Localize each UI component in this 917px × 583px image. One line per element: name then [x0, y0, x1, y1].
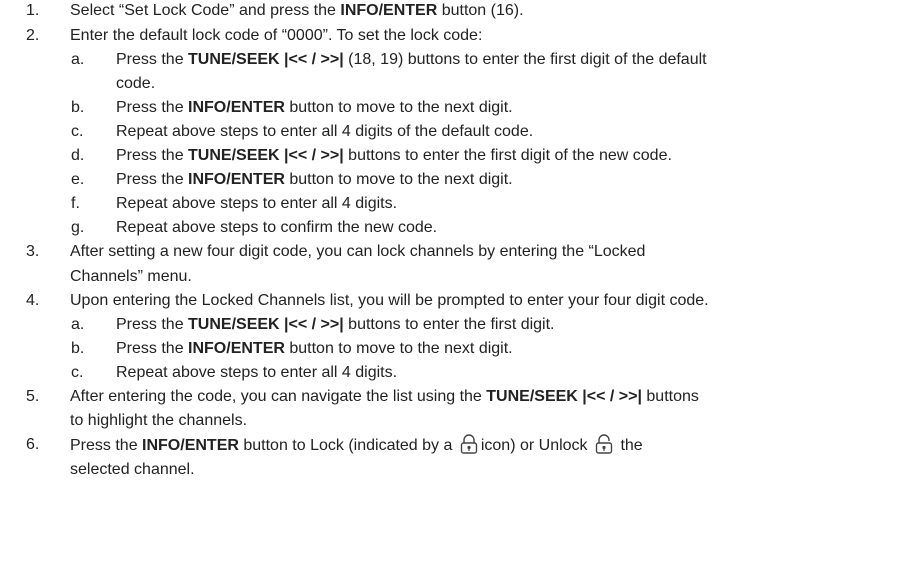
step-marker: 6.	[26, 436, 40, 453]
text-segment: buttons to enter the first digit.	[343, 316, 555, 333]
text-segment: Press the	[116, 147, 189, 164]
text-segment: button to move to the next digit.	[284, 340, 513, 357]
text-segment: buttons to enter the first digit of the …	[343, 147, 672, 164]
step-text: code.	[116, 72, 155, 96]
text-segment: Press the	[116, 171, 189, 188]
step-marker: a.	[71, 51, 85, 68]
step-marker: c.	[71, 364, 84, 381]
step-marker: 3.	[26, 243, 40, 260]
text-segment: button (16).	[437, 2, 524, 19]
substep-line: e. Press the INFO/ENTER button to move to…	[0, 168, 917, 192]
step-line: 2. Enter the default lock code of “0000”.…	[0, 24, 917, 48]
step-line: 3. After setting a new four digit code, y…	[0, 240, 917, 264]
step-text: Press the INFO/ENTER button to Lock (ind…	[70, 433, 643, 458]
text-segment: button to move to the next digit.	[284, 171, 513, 188]
step-text: Press the INFO/ENTER button to move to t…	[116, 337, 513, 361]
text-segment: After entering the code, you can navigat…	[70, 388, 487, 405]
button-name: INFO/ENTER	[188, 171, 285, 188]
text-segment: icon) or Unlock	[480, 437, 592, 454]
button-name: INFO/ENTER	[188, 340, 285, 357]
step-line: selected channel.	[0, 458, 917, 482]
step-text: Press the INFO/ENTER button to move to t…	[116, 168, 513, 192]
text-segment: Channels” menu.	[70, 268, 192, 285]
text-segment: button to Lock (indicated by a	[238, 437, 457, 454]
step-marker: e.	[71, 171, 85, 188]
text-segment: Press the	[70, 437, 143, 454]
step-line: 6. Press the INFO/ENTER button to Lock (i…	[0, 433, 917, 457]
text-segment: selected channel.	[70, 461, 195, 478]
text-segment: button to move to the next digit.	[284, 99, 513, 116]
text-segment: Enter the default lock code of “0000”. T…	[70, 27, 483, 44]
substep-line: b. Press the INFO/ENTER button to move to…	[0, 337, 917, 361]
button-name: INFO/ENTER	[188, 99, 285, 116]
step-text: Repeat above steps to enter all 4 digits…	[116, 361, 397, 385]
step-marker: b.	[71, 99, 85, 116]
step-text: After entering the code, you can navigat…	[70, 385, 699, 409]
step-marker: 1.	[26, 2, 40, 19]
step-text: Channels” menu.	[70, 265, 192, 289]
text-segment: Repeat above steps to enter all 4 digits…	[116, 123, 534, 140]
button-name: TUNE/SEEK |<< / >>|	[188, 147, 344, 164]
button-name: INFO/ENTER	[340, 2, 438, 19]
step-marker: 2.	[26, 27, 40, 44]
step-line: to highlight the channels.	[0, 409, 917, 433]
button-name: TUNE/SEEK |<< / >>|	[486, 388, 642, 405]
step-marker: 5.	[26, 388, 40, 405]
button-name: TUNE/SEEK |<< / >>|	[188, 316, 344, 333]
step-line: 1. Select “Set Lock Code” and press the I…	[0, 0, 917, 23]
step-text: selected channel.	[70, 458, 195, 482]
substep-line: f. Repeat above steps to enter all 4 digi…	[0, 192, 917, 216]
step-marker: g.	[71, 219, 85, 236]
step-text: Upon entering the Locked Channels list, …	[70, 289, 709, 313]
step-text: to highlight the channels.	[70, 409, 247, 433]
substep-line: c. Repeat above steps to enter all 4 digi…	[0, 120, 917, 144]
step-text: After setting a new four digit code, you…	[70, 240, 645, 264]
text-segment: After setting a new four digit code, you…	[70, 243, 646, 260]
substep-line: d. Press the TUNE/SEEK |<< / >>| buttons …	[0, 144, 917, 168]
text-segment: Repeat above steps to confirm the new co…	[116, 219, 438, 236]
text-segment: buttons	[641, 388, 699, 405]
step-marker: d.	[71, 147, 85, 164]
text-segment: to highlight the channels.	[70, 412, 248, 429]
substep-line: code.	[0, 72, 917, 96]
button-name: TUNE/SEEK |<< / >>|	[188, 51, 344, 68]
step-line: 4. Upon entering the Locked Channels list…	[0, 289, 917, 313]
step-marker: b.	[71, 340, 85, 357]
substep-line: c. Repeat above steps to enter all 4 digi…	[0, 361, 917, 385]
step-text: Press the TUNE/SEEK |<< / >>| buttons to…	[116, 313, 555, 337]
step-line: Channels” menu.	[0, 265, 917, 289]
substep-line: g. Repeat above steps to confirm the new …	[0, 216, 917, 240]
text-segment: Repeat above steps to enter all 4 digits…	[116, 195, 398, 212]
step-text: Press the INFO/ENTER button to move to t…	[116, 96, 513, 120]
step-marker: f.	[71, 195, 80, 212]
text-segment: Select “Set Lock Code” and press the	[70, 2, 341, 19]
step-marker: 4.	[26, 292, 40, 309]
step-text: Repeat above steps to enter all 4 digits…	[116, 120, 533, 144]
unlocked-padlock-icon	[593, 433, 615, 455]
text-segment: the	[616, 437, 643, 454]
text-segment: Press the	[116, 316, 189, 333]
substep-line: b. Press the INFO/ENTER button to move to…	[0, 96, 917, 120]
text-segment: Upon entering the Locked Channels list, …	[70, 292, 709, 309]
step-text: Enter the default lock code of “0000”. T…	[70, 24, 482, 48]
step-text: Repeat above steps to confirm the new co…	[116, 216, 437, 240]
button-name: INFO/ENTER	[142, 437, 239, 454]
text-segment: Press the	[116, 51, 189, 68]
step-text: Press the TUNE/SEEK |<< / >>| (18, 19) b…	[116, 48, 707, 72]
manual-page: { "steps": [ { "number": "1.", "segments…	[0, 0, 917, 583]
step-marker: c.	[71, 123, 84, 140]
text-segment: Press the	[116, 99, 189, 116]
text-segment: (18, 19) buttons to enter the first digi…	[343, 51, 707, 68]
text-segment: Press the	[116, 340, 189, 357]
text-segment: Repeat above steps to enter all 4 digits…	[116, 364, 398, 381]
step-text: Select “Set Lock Code” and press the INF…	[70, 0, 524, 23]
text-segment: code.	[116, 75, 156, 92]
step-text: Repeat above steps to enter all 4 digits…	[116, 192, 397, 216]
locked-padlock-icon	[458, 433, 480, 455]
step-line: 5. After entering the code, you can navig…	[0, 385, 917, 409]
substep-line: a. Press the TUNE/SEEK |<< / >>| buttons …	[0, 313, 917, 337]
substep-line: a. Press the TUNE/SEEK |<< / >>| (18, 19)…	[0, 48, 917, 72]
step-marker: a.	[71, 316, 85, 333]
step-text: Press the TUNE/SEEK |<< / >>| buttons to…	[116, 144, 672, 168]
